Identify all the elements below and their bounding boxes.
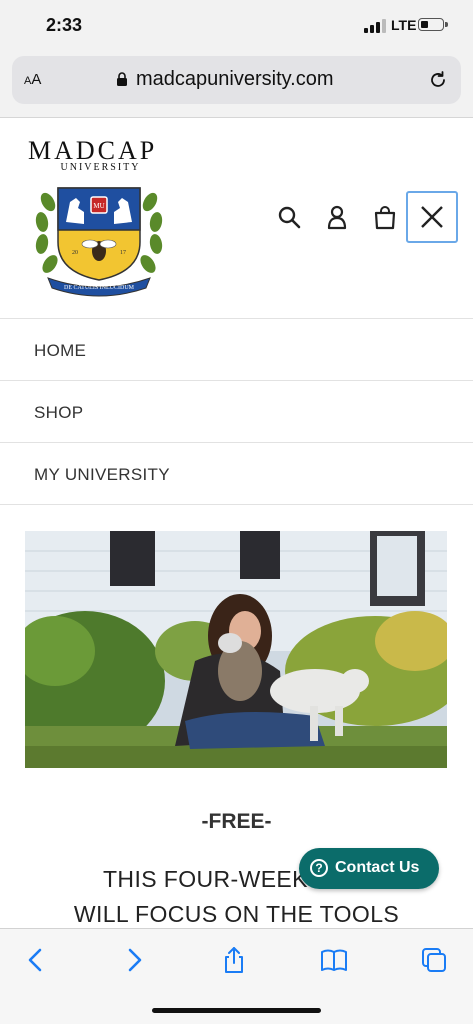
crest-left-year: 20 — [72, 250, 78, 256]
menu-item-label: HOME — [34, 341, 87, 360]
logo-name: MADCAP — [28, 136, 158, 165]
main-menu: HOME SHOP MY UNIVERSITY — [0, 318, 473, 505]
status-time: 2:33 — [46, 15, 83, 35]
lock-icon — [117, 72, 127, 86]
back-icon[interactable] — [22, 946, 50, 974]
tabs-icon[interactable] — [420, 946, 448, 974]
site-logo[interactable]: MADCAP UNIVERSITY — [28, 136, 173, 174]
promo-headline-line2: WILL FOCUS ON THE TOOLS — [73, 901, 400, 927]
menu-item-shop[interactable]: SHOP — [0, 381, 473, 443]
status-bar: 2:33 LTE — [0, 0, 473, 50]
help-icon: ? — [310, 859, 328, 877]
contact-us-button[interactable]: ? Contact Us — [299, 848, 439, 889]
url-text[interactable]: madcapuniversity.com — [136, 68, 333, 91]
free-label: -FREE- — [201, 810, 272, 833]
menu-item-label: SHOP — [34, 403, 84, 422]
contact-us-label: Contact Us — [335, 859, 420, 876]
forward-icon[interactable] — [120, 946, 148, 974]
menu-item-home[interactable]: HOME — [0, 319, 473, 381]
text-size-button[interactable]: AA — [24, 71, 41, 88]
menu-item-label: MY UNIVERSITY — [34, 465, 170, 484]
close-icon — [421, 206, 443, 228]
cart-icon[interactable] — [372, 204, 398, 230]
menu-item-my-university[interactable]: MY UNIVERSITY — [0, 443, 473, 505]
battery-icon — [418, 18, 448, 31]
account-icon[interactable] — [324, 204, 350, 230]
address-bar[interactable]: AA madcapuniversity.com — [12, 56, 461, 104]
share-icon[interactable] — [220, 946, 248, 974]
close-menu-button[interactable] — [406, 191, 458, 243]
reload-icon[interactable] — [428, 70, 448, 90]
bookmarks-icon[interactable] — [320, 946, 348, 974]
crest-right-year: 17 — [120, 250, 126, 256]
signal-icon — [364, 19, 386, 33]
crest-badge-text: MU — [93, 202, 104, 210]
crest-motto: DE CATULIS INLUCIDUM — [64, 285, 135, 291]
search-icon[interactable] — [276, 204, 302, 230]
network-label: LTE — [391, 17, 417, 33]
hero-image-woman-with-puppies — [25, 531, 447, 768]
browser-address-area: AA madcapuniversity.com — [0, 50, 473, 118]
university-crest[interactable]: MU 20 17 DE CATULIS INLUCIDUM — [34, 172, 164, 297]
home-indicator[interactable] — [152, 1008, 321, 1013]
